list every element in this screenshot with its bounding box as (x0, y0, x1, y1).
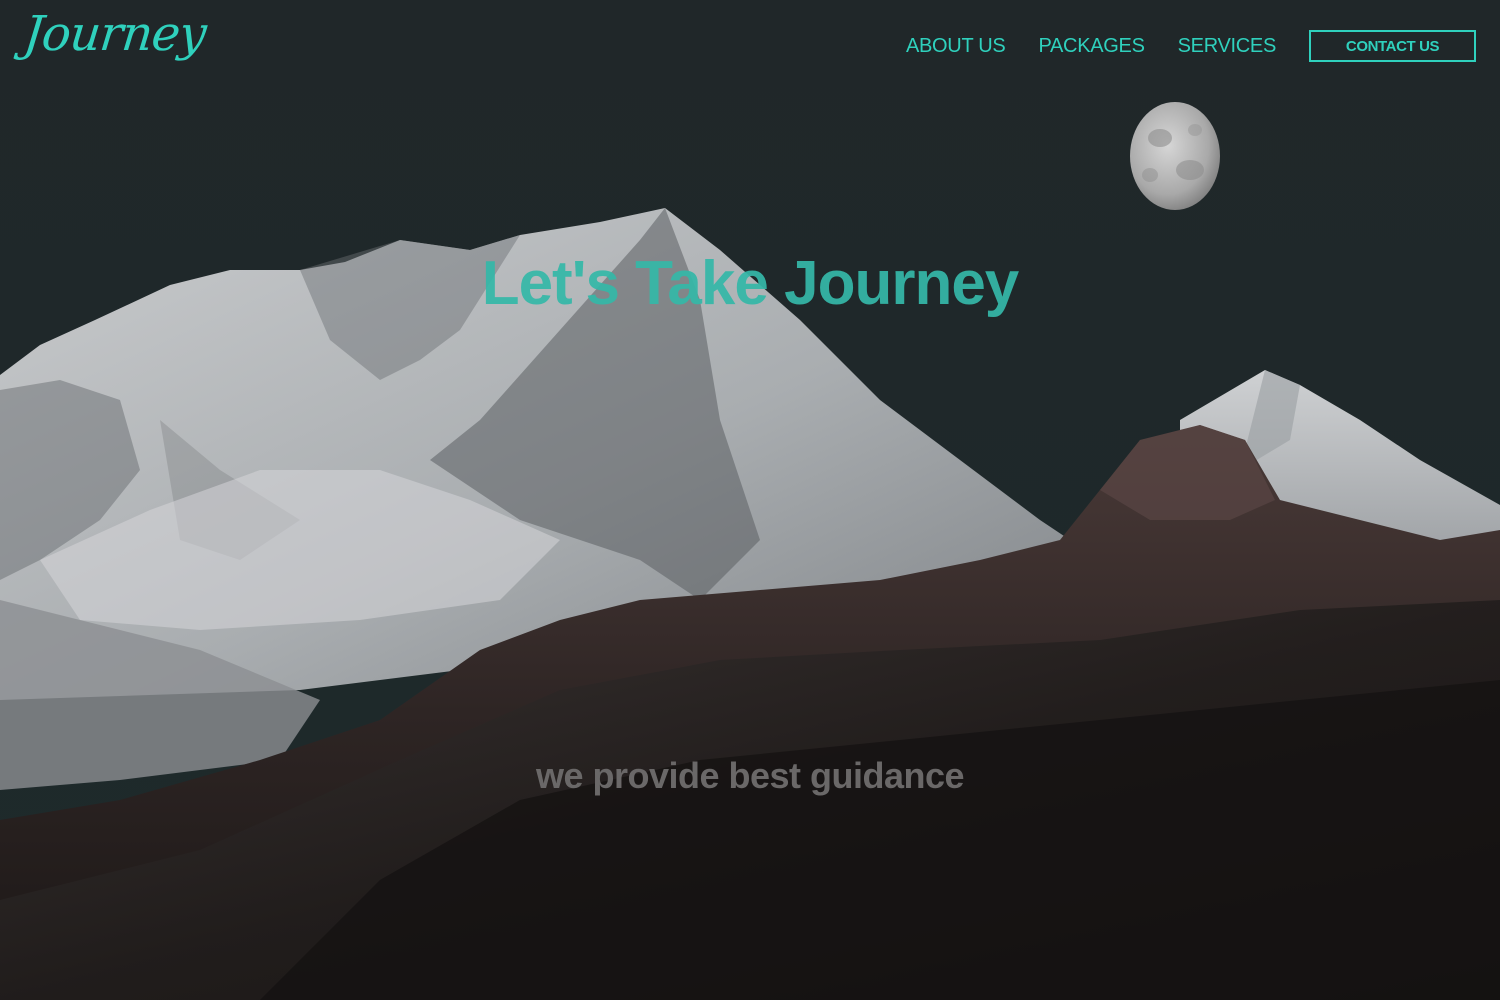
nav-link-about-us[interactable]: ABOUT US (906, 35, 1006, 58)
nav-link-packages[interactable]: PACKAGES (1038, 35, 1144, 58)
page: Journey ABOUT US PACKAGES SERVICES CONTA… (0, 0, 1500, 1000)
main-nav: ABOUT US PACKAGES SERVICES CONTACT US (906, 28, 1476, 64)
logo[interactable]: Journey (21, 6, 208, 62)
contact-us-button[interactable]: CONTACT US (1309, 30, 1476, 62)
hero-background-image (0, 0, 1500, 1000)
hero-title: Let's Take Journey (481, 249, 1020, 318)
moon-icon (1130, 102, 1220, 210)
hero-subtitle: we provide best guidance (535, 755, 965, 796)
nav-link-services[interactable]: SERVICES (1178, 35, 1277, 58)
